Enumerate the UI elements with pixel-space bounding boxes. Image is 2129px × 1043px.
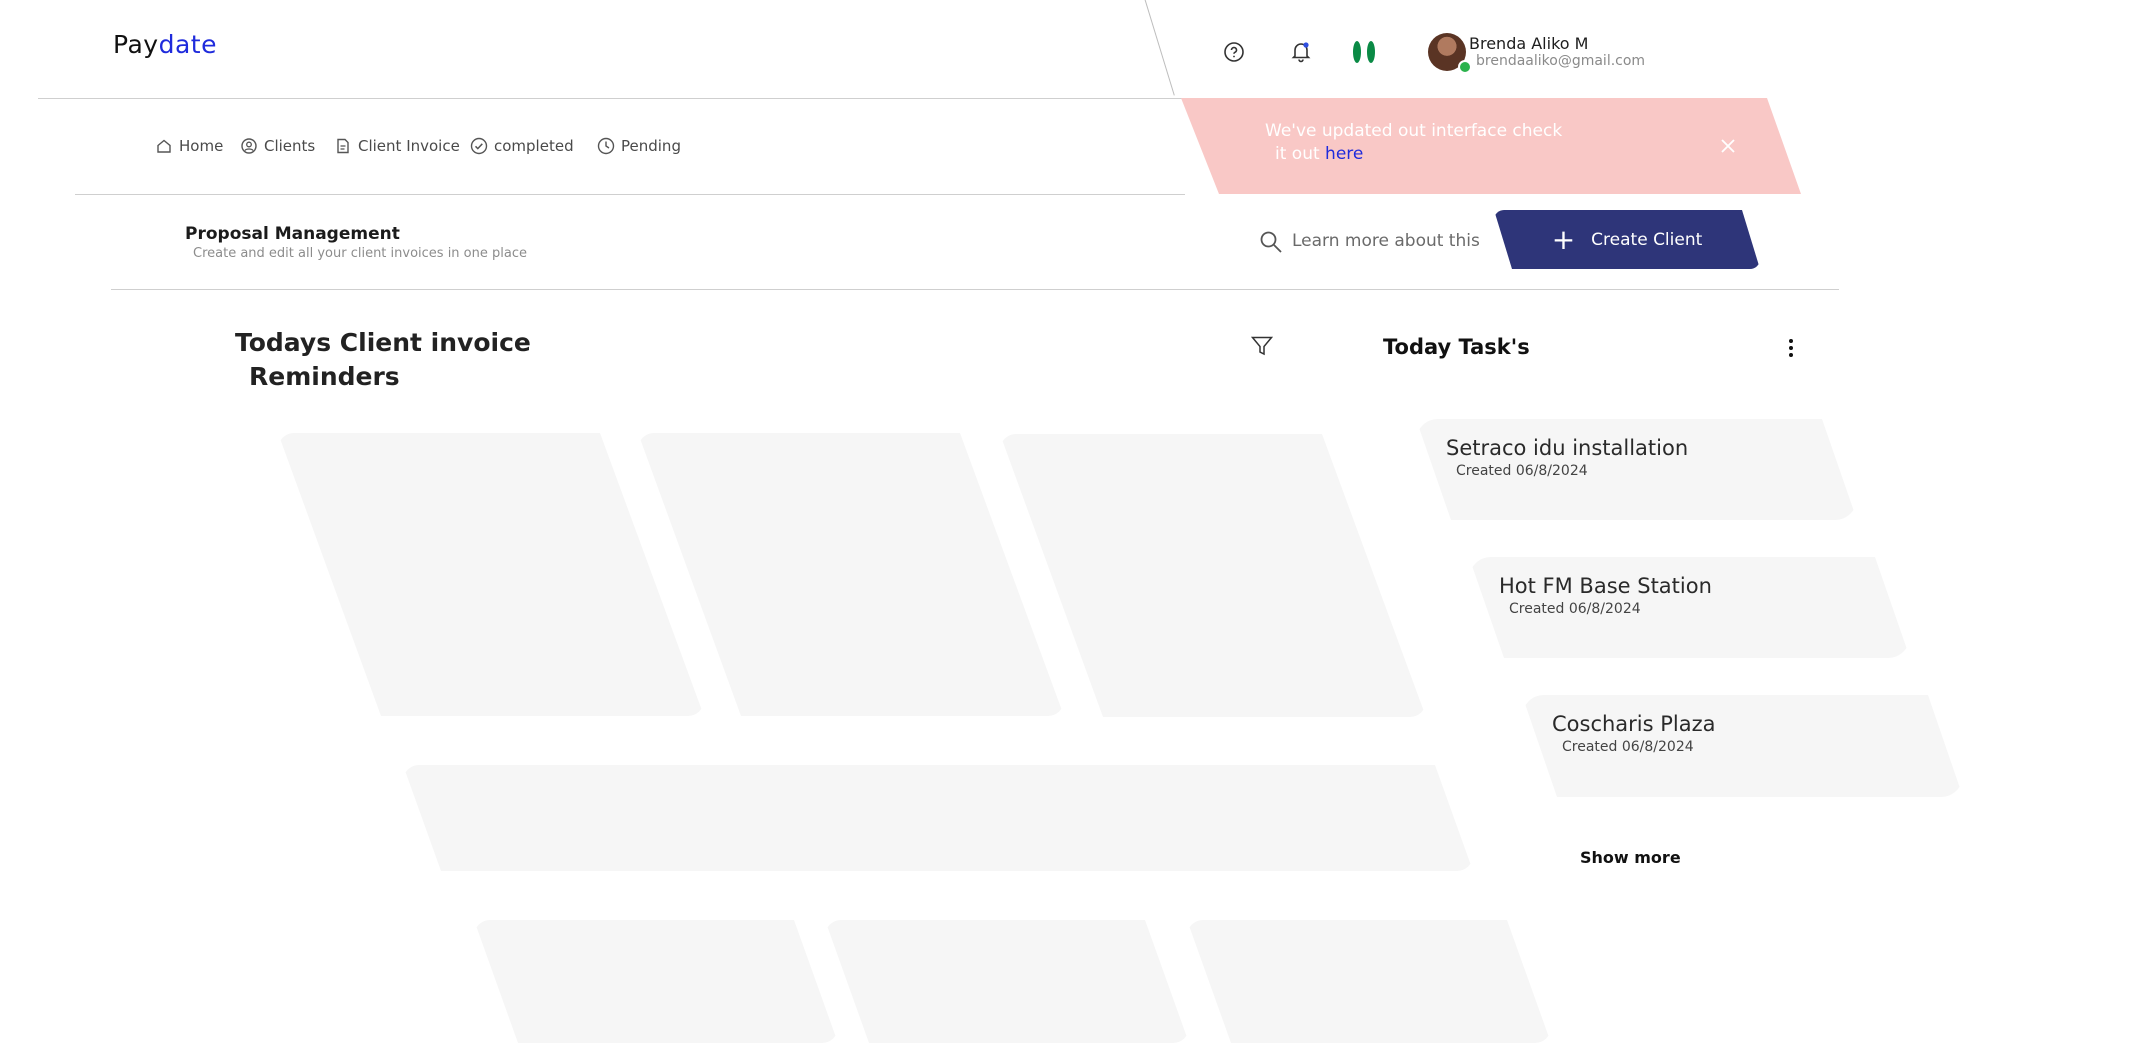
task-name: Setraco idu installation <box>1446 436 1689 460</box>
help-icon[interactable] <box>1222 40 1246 64</box>
nav-label: Client Invoice <box>358 137 460 155</box>
clients-icon <box>241 138 257 154</box>
task-name: Hot FM Base Station <box>1499 574 1712 598</box>
invoice-icon <box>337 138 349 154</box>
tasks-title: Today Task's <box>1383 335 1530 359</box>
reminder-card[interactable] <box>474 920 838 1043</box>
show-more-link[interactable]: Show more <box>1580 848 1681 867</box>
page-subtitle: Create and edit all your client invoices… <box>193 246 527 261</box>
more-options-icon[interactable] <box>1782 336 1800 360</box>
page-title: Proposal Management <box>185 224 400 244</box>
learn-more-link[interactable]: Learn more about this <box>1292 231 1480 251</box>
reminders-title: Todays Client invoice Reminders <box>235 326 531 394</box>
bell-icon[interactable] <box>1288 38 1314 64</box>
header-divider-diagonal <box>1144 0 1175 96</box>
nav-label: Clients <box>264 137 316 155</box>
create-client-label: Create Client <box>1591 229 1703 250</box>
reminder-card-wide[interactable] <box>403 765 1473 871</box>
create-client-button[interactable]: + Create Client <box>1494 210 1760 269</box>
task-date: Created 06/8/2024 <box>1562 739 1694 755</box>
reminders-title-line-1: Todays Client invoice <box>235 328 531 357</box>
nav-item-client-invoice[interactable]: Client Invoice <box>334 135 460 157</box>
close-icon[interactable] <box>1718 136 1738 156</box>
header-divider <box>38 98 1183 99</box>
search-icon[interactable] <box>1258 229 1284 255</box>
nigeria-flag-icon[interactable] <box>1350 40 1378 64</box>
filter-icon[interactable] <box>1249 333 1275 359</box>
nav-item-home[interactable]: Home <box>155 135 223 157</box>
section-divider <box>111 289 1839 290</box>
check-circle-icon <box>470 137 488 155</box>
logo-part-pay: Pay <box>113 30 159 59</box>
online-status-dot <box>1458 60 1472 74</box>
update-banner-text: We've updated out interface check it out… <box>1265 120 1585 166</box>
user-name: Brenda Aliko M <box>1469 34 1589 53</box>
reminder-card[interactable] <box>638 433 1064 716</box>
nav-label: completed <box>494 137 574 155</box>
task-name: Coscharis Plaza <box>1552 712 1716 736</box>
logo-part-date: date <box>158 30 217 59</box>
banner-line-2: it out <box>1275 144 1326 164</box>
nav-label: Home <box>179 137 224 155</box>
nav-label: Pending <box>621 137 681 155</box>
reminder-card[interactable] <box>825 920 1189 1043</box>
task-date: Created 06/8/2024 <box>1456 463 1588 479</box>
reminder-card[interactable] <box>1187 920 1551 1043</box>
task-date: Created 06/8/2024 <box>1509 601 1641 617</box>
nav-item-clients[interactable]: Clients <box>240 135 315 157</box>
reminder-card[interactable] <box>278 433 704 716</box>
banner-line-1: We've updated out interface check <box>1265 121 1563 141</box>
nav-divider <box>75 194 1185 195</box>
banner-link-here[interactable]: here <box>1325 144 1363 164</box>
reminder-card[interactable] <box>1000 434 1426 717</box>
nav-item-completed[interactable]: completed <box>470 135 574 157</box>
home-icon <box>157 139 171 153</box>
nav-item-pending[interactable]: Pending <box>597 135 681 157</box>
user-email: brendaaliko@gmail.com <box>1476 53 1646 69</box>
app-logo[interactable]: Paydate <box>113 30 217 59</box>
plus-icon: + <box>1551 222 1576 256</box>
clock-icon <box>597 137 615 155</box>
reminders-title-line-2: Reminders <box>249 362 400 391</box>
